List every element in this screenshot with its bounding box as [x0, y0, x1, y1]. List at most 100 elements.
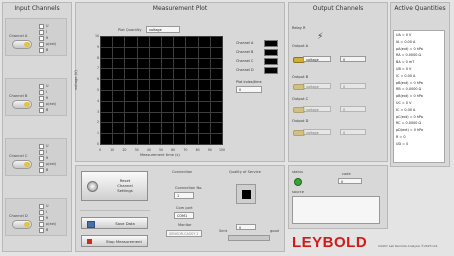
y-tick-label: 7 [96, 66, 99, 71]
quality-square [242, 190, 251, 199]
x-tick-label: 20 [122, 148, 127, 152]
quantity-item[interactable]: RB = 0.0000 Ω [396, 86, 442, 93]
reset-icon [87, 181, 98, 192]
quantity-item[interactable]: RC = 0.0000 Ω [396, 120, 442, 127]
grid-line-vertical [185, 36, 187, 145]
footer-text: CASSY Lab Remote Analysis ©2023 Ltd. [378, 244, 439, 248]
plot-index-input[interactable]: 0 [236, 86, 262, 93]
output-d-value[interactable]: 0 [340, 129, 366, 135]
y-tick-label: 6 [96, 77, 99, 82]
plot-quantity-select[interactable]: voltage [146, 26, 180, 33]
channel-c-toggle[interactable] [12, 160, 32, 169]
connection-no-label: Connection No. [175, 186, 203, 190]
grid-line-vertical [112, 36, 114, 145]
quantity-item[interactable]: BA = 0 mT [396, 59, 442, 66]
channel-a-options: U I θ p(ext) B [39, 23, 56, 53]
x-tick-label: 60 [171, 148, 176, 152]
grid-line-vertical [209, 36, 211, 145]
code-label: code [342, 172, 351, 176]
gauge-bar[interactable] [228, 235, 270, 241]
quantity-item[interactable]: UB = 0 V [396, 66, 442, 73]
stop-measurement-button[interactable]: Stop Measurement [81, 235, 148, 247]
output-c-select[interactable]: voltage [303, 106, 331, 112]
output-b-label: Output B [292, 75, 309, 79]
channel-a-toggle[interactable] [12, 40, 32, 49]
legend-swatch-d[interactable] [264, 67, 278, 74]
quantity-item[interactable]: IC = 0.00 A [396, 73, 442, 80]
quantity-item[interactable]: pB(ext) = 0 hPa [396, 80, 442, 87]
output-a-value[interactable]: 0 [340, 56, 366, 62]
input-channels-title: Input Channels [14, 5, 60, 12]
device-field: SENSOR-CASSY 2 [166, 230, 202, 237]
legend-swatch-b[interactable] [264, 49, 278, 56]
leybold-logo: LEYBOLD [292, 234, 368, 251]
x-tick-label: 0 [98, 148, 102, 152]
x-tick-label: 40 [146, 148, 151, 152]
output-d-label: Output D [292, 119, 309, 123]
legend-swatch-c[interactable] [264, 58, 278, 65]
reset-channel-settings-button[interactable]: Reset Channel Settings [81, 171, 148, 201]
y-tick-label: 10 [94, 34, 99, 38]
controls-divider [80, 210, 150, 211]
quantity-item[interactable]: pA(ext) = 0 hPa [396, 46, 442, 53]
plot-title: Measurement Plot [152, 5, 208, 12]
active-quantities-list[interactable]: UA = 0 V IA = 0.00 ApA(ext) = 0 hPa RA = 0… [393, 30, 445, 163]
x-tick-label: 30 [134, 148, 139, 152]
quantity-item[interactable]: pC(ext) = 0 hPa [396, 114, 442, 121]
channel-d-toggle[interactable] [12, 220, 32, 229]
channel-b-group: Channel B U I θ p(ext) B [5, 78, 67, 116]
plot-index-label: Plot index/time [236, 80, 262, 84]
status-label: status [292, 170, 304, 174]
channel-b-options: U I θ p(ext) B [39, 83, 56, 113]
relay-icon[interactable]: ⚡ [317, 32, 323, 42]
grid-line-vertical [222, 36, 223, 145]
output-a-select[interactable]: voltage [303, 56, 331, 62]
gauge-label: Sent [219, 229, 228, 233]
grid-line-vertical [148, 36, 150, 145]
quantity-item[interactable]: pB(ext) = 0 hPa [396, 93, 442, 100]
option-b[interactable]: B [39, 167, 56, 173]
quantity-item[interactable]: pD(ext) = 0 hPa [396, 127, 442, 134]
output-c-value[interactable]: 0 [340, 106, 366, 112]
quantity-item[interactable]: IA = 0.00 A [396, 39, 442, 46]
channel-b-toggle[interactable] [12, 100, 32, 109]
grid-line-vertical [100, 36, 101, 145]
source-label: source [292, 190, 304, 194]
output-c-label: Output C [292, 97, 309, 101]
x-tick-label: 100 [218, 148, 226, 152]
save-icon [87, 221, 95, 228]
legend-channel-a: Channel A [236, 41, 254, 45]
quantity-item[interactable]: IC = 0.00 A [396, 107, 442, 114]
output-b-select[interactable]: voltage [303, 83, 331, 89]
x-tick-label: 90 [207, 148, 212, 152]
quantity-item[interactable]: R = 0 [396, 134, 442, 141]
stop-icon [87, 239, 92, 244]
gauge-unit: good [270, 229, 279, 233]
output-a-label: Output A [292, 44, 309, 48]
channel-d-group: Channel D U I θ p(ext) B [5, 198, 67, 236]
legend-channel-b: Channel B [236, 50, 254, 54]
output-d-select[interactable]: voltage [303, 129, 331, 135]
quantity-item[interactable]: UD = 0 [396, 141, 442, 148]
connection-label: Connection [172, 170, 193, 174]
legend-swatch-a[interactable] [264, 40, 278, 47]
plot-area[interactable] [100, 36, 223, 145]
grid-line-vertical [124, 36, 126, 145]
connection-no-input[interactable]: 1 [174, 192, 194, 199]
monitor-label: Monitor [178, 223, 192, 227]
option-b[interactable]: B [39, 227, 56, 233]
option-b[interactable]: B [39, 107, 56, 113]
grid-line-vertical [136, 36, 138, 145]
output-b-value[interactable]: 0 [340, 83, 366, 89]
y-tick-label: 2 [96, 120, 99, 125]
com-port-select[interactable]: COM1 [174, 212, 194, 219]
x-tick-label: 70 [183, 148, 188, 152]
quantity-item[interactable]: UA = 0 V [396, 32, 442, 39]
legend-channel-d: Channel D [236, 68, 254, 72]
y-tick-label: 4 [96, 98, 99, 103]
save-data-button[interactable]: Save Data [81, 217, 148, 229]
quantity-item[interactable]: UC = 0 V [396, 100, 442, 107]
y-tick-label: 8 [96, 55, 99, 60]
quantity-item[interactable]: RA = 0.0000 Ω [396, 52, 442, 59]
option-b[interactable]: B [39, 47, 56, 53]
